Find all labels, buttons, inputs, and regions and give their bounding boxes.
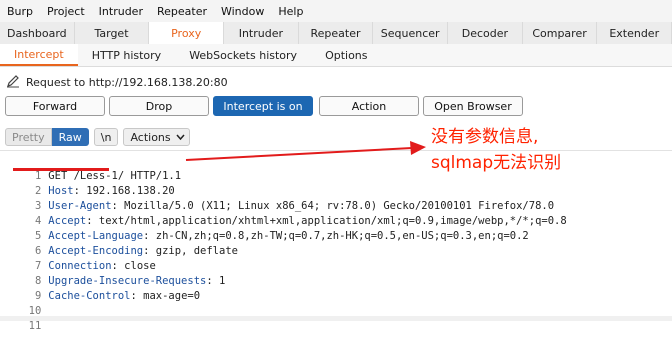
header-value: 1: [219, 275, 226, 287]
annotation-line2: sqlmap无法识别: [431, 153, 562, 173]
tab-websockets-history[interactable]: WebSockets history: [175, 44, 311, 66]
header-key: Cache-Control: [48, 290, 131, 302]
menu-bar: Burp Project Intruder Repeater Window He…: [0, 0, 672, 22]
chevron-down-icon: [176, 131, 185, 144]
tab-repeater[interactable]: Repeater: [299, 22, 374, 44]
tab-intercept[interactable]: Intercept: [0, 44, 78, 66]
header-value: gzip, deflate: [155, 245, 238, 257]
tab-sequencer[interactable]: Sequencer: [373, 22, 449, 44]
tab-comparer[interactable]: Comparer: [523, 22, 598, 44]
annotation-underline: [13, 168, 109, 171]
header-line: 3 User-Agent: Mozilla/5.0 (X11; Linux x86…: [0, 184, 554, 212]
header-line: 7 Connection: close: [0, 244, 156, 272]
annotation-line1: 没有参数信息,: [431, 127, 539, 147]
forward-button[interactable]: Forward: [5, 96, 105, 116]
open-browser-button[interactable]: Open Browser: [423, 96, 523, 116]
main-tabs: Dashboard Target Proxy Intruder Repeater…: [0, 22, 672, 45]
horizontal-scrollbar[interactable]: [0, 316, 672, 321]
newline-toggle[interactable]: \n: [93, 128, 119, 146]
header-line: 2 Host: 192.168.138.20: [0, 169, 175, 197]
tab-intruder[interactable]: Intruder: [224, 22, 299, 44]
menu-help[interactable]: Help: [271, 5, 310, 18]
proxy-tabs: Intercept HTTP history WebSockets histor…: [0, 44, 672, 67]
tab-http-history[interactable]: HTTP history: [78, 44, 175, 66]
editor-toolbar: Pretty Raw \n Actions: [0, 126, 190, 148]
header-line: 9 Cache-Control: max-age=0: [0, 274, 200, 302]
pencil-icon[interactable]: [6, 74, 22, 91]
raw-toggle[interactable]: Raw: [51, 128, 89, 146]
header-line: 8 Upgrade-Insecure-Requests: 1: [0, 259, 225, 287]
tab-dashboard[interactable]: Dashboard: [0, 22, 75, 44]
annotation-text: 没有参数信息, sqlmap无法识别: [431, 124, 561, 176]
line-number: 11: [28, 320, 42, 332]
pretty-toggle[interactable]: Pretty: [5, 128, 52, 146]
header-line: 5 Accept-Language: zh-CN,zh;q=0.8,zh-TW;q…: [0, 214, 529, 242]
request-info: Request to http://192.168.138.20:80: [0, 72, 228, 92]
tab-decoder[interactable]: Decoder: [448, 22, 523, 44]
intercept-actions: Forward Drop Intercept is on Action Open…: [0, 96, 672, 118]
actions-label: Actions: [130, 130, 171, 144]
empty-line: 10: [0, 289, 48, 317]
request-line: 1 GET /Less-1/ HTTP/1.1: [0, 154, 181, 182]
drop-button[interactable]: Drop: [109, 96, 209, 116]
menu-window[interactable]: Window: [214, 5, 271, 18]
request-editor[interactable]: 1 GET /Less-1/ HTTP/1.1 2 Host: 192.168.13…: [0, 150, 672, 332]
action-button[interactable]: Action: [319, 96, 419, 116]
header-value: max-age=0: [143, 290, 201, 302]
tab-target[interactable]: Target: [75, 22, 150, 44]
menu-intruder[interactable]: Intruder: [92, 5, 150, 18]
menu-project[interactable]: Project: [40, 5, 92, 18]
header-line: 4 Accept: text/html,application/xhtml+xml…: [0, 199, 567, 227]
header-line: 6 Accept-Encoding: gzip, deflate: [0, 229, 238, 257]
intercept-toggle-button[interactable]: Intercept is on: [213, 96, 313, 116]
tab-proxy[interactable]: Proxy: [149, 22, 225, 44]
actions-dropdown[interactable]: Actions: [123, 128, 190, 146]
menu-burp[interactable]: Burp: [0, 5, 40, 18]
request-target: Request to http://192.168.138.20:80: [26, 75, 228, 89]
tab-extender[interactable]: Extender: [597, 22, 672, 44]
menu-repeater[interactable]: Repeater: [150, 5, 214, 18]
tab-options[interactable]: Options: [311, 44, 381, 66]
